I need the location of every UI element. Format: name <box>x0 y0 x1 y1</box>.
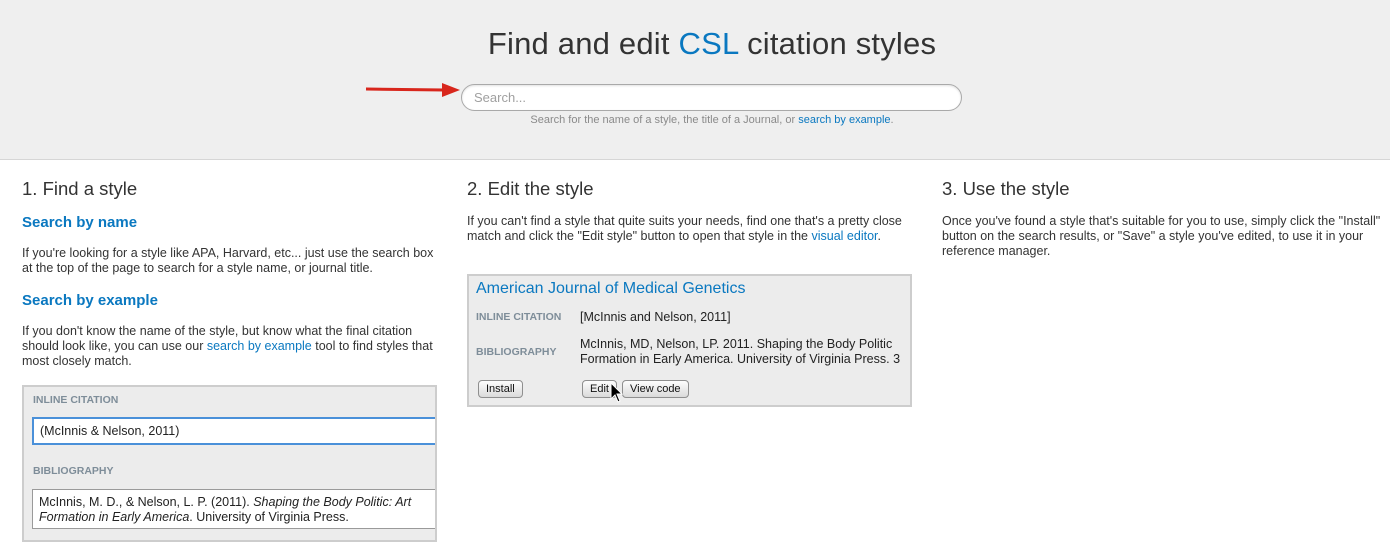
edit-style-column: 2. Edit the style If you can't find a st… <box>467 178 912 244</box>
bibliography-label: BIBLIOGRAPHY <box>33 465 114 477</box>
result-bib-label: BIBLIOGRAPHY <box>476 346 557 358</box>
bib-publisher: . University of Virginia Press. <box>189 510 349 524</box>
search-by-name-heading: Search by name <box>22 214 138 231</box>
search-by-example-link[interactable]: search by example <box>798 114 890 126</box>
page-title: Find and edit CSL citation styles <box>0 26 1390 62</box>
install-button[interactable]: Install <box>478 380 523 398</box>
inline-citation-label: INLINE CITATION <box>33 394 119 406</box>
search-by-name-text: If you're looking for a style like APA, … <box>22 246 434 275</box>
search-by-example-tool-link[interactable]: search by example <box>207 339 312 353</box>
hero-header: Find and edit CSL citation styles Search… <box>0 0 1390 160</box>
style-result-card: American Journal of Medical Genetics INL… <box>467 274 912 407</box>
view-code-button[interactable]: View code <box>622 380 689 398</box>
search-by-example-text: If you don't know the name of the style,… <box>22 324 437 369</box>
bibliography-input[interactable]: McInnis, M. D., & Nelson, L. P. (2011). … <box>32 489 435 529</box>
visual-editor-link[interactable]: visual editor <box>811 229 877 243</box>
edit-style-heading: 2. Edit the style <box>467 178 594 199</box>
edit-style-text: If you can't find a style that quite sui… <box>467 214 912 244</box>
style-title-link[interactable]: American Journal of Medical Genetics <box>476 280 745 298</box>
result-bib-line2: Formation in Early America. University o… <box>580 352 901 366</box>
red-arrow-icon <box>365 83 460 97</box>
use-style-column: 3. Use the style Once you've found a sty… <box>942 178 1387 259</box>
mouse-cursor-icon <box>610 382 624 403</box>
find-style-column: 1. Find a style Search by name If you're… <box>22 178 437 369</box>
title-csl-accent: CSL <box>678 26 739 61</box>
inline-citation-input[interactable]: (McInnis & Nelson, 2011) <box>32 417 435 445</box>
use-style-heading: 3. Use the style <box>942 178 1070 199</box>
result-bib-line1: McInnis, MD, Nelson, LP. 2011. Shaping t… <box>580 337 893 351</box>
result-inline-label: INLINE CITATION <box>476 311 562 323</box>
search-hint-end: . <box>890 114 894 126</box>
search-by-example-widget: INLINE CITATION (McInnis & Nelson, 2011)… <box>22 385 437 542</box>
edit-text-after: . <box>877 229 881 243</box>
find-style-heading: 1. Find a style <box>22 178 138 199</box>
use-style-text: Once you've found a style that's suitabl… <box>942 214 1381 258</box>
search-hint-text: Search for the name of a style, the titl… <box>530 114 799 126</box>
search-input[interactable] <box>461 84 962 111</box>
result-inline-value: [McInnis and Nelson, 2011] <box>580 310 731 324</box>
search-hint: Search for the name of a style, the titl… <box>0 114 1390 126</box>
bib-authors: McInnis, M. D., & Nelson, L. P. (2011). <box>39 495 254 509</box>
title-text-before: Find and edit <box>487 26 679 61</box>
search-by-example-heading: Search by example <box>22 292 158 309</box>
title-text-after: citation styles <box>738 26 937 61</box>
